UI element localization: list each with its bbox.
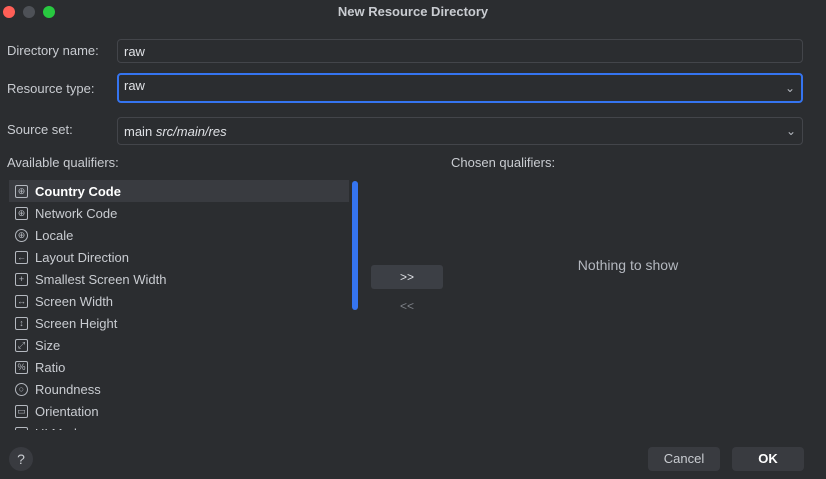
directory-name-label: Directory name:: [7, 43, 99, 58]
source-set-select[interactable]: main src/main/res ⌄: [117, 117, 803, 145]
qualifier-item[interactable]: + Smallest Screen Width: [9, 268, 349, 290]
qualifier-label: Network Code: [35, 205, 118, 221]
roundness-icon: ○: [15, 382, 28, 396]
qualifier-item[interactable]: ⊕ Locale: [9, 224, 349, 246]
qualifier-label: Roundness: [35, 381, 101, 397]
qualifier-item[interactable]: ⊕ Country Code: [9, 180, 349, 202]
resource-type-select[interactable]: raw ⌄: [117, 73, 803, 103]
qualifier-label: Screen Height: [35, 315, 118, 331]
qualifier-label: Size: [35, 337, 61, 353]
qualifier-item[interactable]: ↔ Screen Width: [9, 290, 349, 312]
remove-qualifier-button[interactable]: <<: [371, 299, 443, 313]
qualifier-item[interactable]: ↕ Screen Height: [9, 312, 349, 334]
globe-icon: ⊕: [15, 228, 28, 242]
qualifier-label: Smallest Screen Width: [35, 271, 167, 287]
screen-height-icon: ↕: [15, 316, 28, 330]
network-code-icon: ⊕: [15, 206, 28, 220]
qualifier-label: Country Code: [35, 183, 121, 199]
cancel-button[interactable]: Cancel: [648, 447, 720, 471]
qualifier-item[interactable]: ○ Roundness: [9, 378, 349, 400]
directory-name-value: raw: [124, 44, 145, 59]
qualifier-label: Ratio: [35, 359, 66, 375]
ui-mode-icon: ▯: [15, 426, 28, 430]
resource-type-label: Resource type:: [7, 81, 95, 96]
chevron-down-icon: ⌄: [784, 81, 795, 95]
title-bar: New Resource Directory: [0, 0, 826, 24]
available-qualifiers-list[interactable]: ⊕ Country Code ⊕ Network Code ⊕ Locale ← Layout…: [9, 180, 349, 430]
source-set-label: Source set:: [7, 122, 73, 137]
source-set-path: src/main/res: [155, 124, 227, 139]
directory-name-field[interactable]: raw: [117, 39, 803, 63]
qualifier-item[interactable]: ▭ Orientation: [9, 400, 349, 422]
available-qualifiers-label: Available qualifiers:: [7, 155, 119, 170]
qualifier-label: Orientation: [35, 403, 99, 419]
source-set-main: main: [124, 124, 153, 139]
chosen-qualifiers-label: Chosen qualifiers:: [451, 155, 556, 170]
screen-width-icon: ↔: [15, 294, 28, 308]
qualifier-label: Layout Direction: [35, 249, 129, 265]
ratio-icon: %: [15, 360, 28, 374]
ok-button[interactable]: OK: [732, 447, 804, 471]
country-code-icon: ⊕: [15, 184, 28, 198]
qualifier-label: Locale: [35, 227, 74, 243]
smallest-width-icon: +: [15, 272, 28, 286]
chevron-down-icon: ⌄: [785, 124, 796, 138]
size-icon: ⤢: [15, 338, 28, 352]
qualifier-item[interactable]: ▯ UI Mode: [9, 422, 349, 430]
layout-direction-icon: ←: [15, 250, 28, 264]
qualifier-item[interactable]: ⤢ Size: [9, 334, 349, 356]
chosen-qualifiers-empty-text: Nothing to show: [577, 257, 679, 273]
qualifier-label: Screen Width: [35, 293, 114, 309]
qualifier-label: UI Mode: [35, 426, 84, 431]
qualifier-item[interactable]: % Ratio: [9, 356, 349, 378]
help-button[interactable]: ?: [9, 447, 33, 471]
qualifier-item[interactable]: ← Layout Direction: [9, 246, 349, 268]
orientation-icon: ▭: [15, 404, 28, 418]
qualifiers-scrollbar[interactable]: [352, 181, 358, 310]
resource-type-value: raw: [124, 78, 145, 93]
qualifier-item[interactable]: ⊕ Network Code: [9, 202, 349, 224]
window-title: New Resource Directory: [337, 4, 489, 19]
add-qualifier-button[interactable]: >>: [371, 265, 443, 289]
